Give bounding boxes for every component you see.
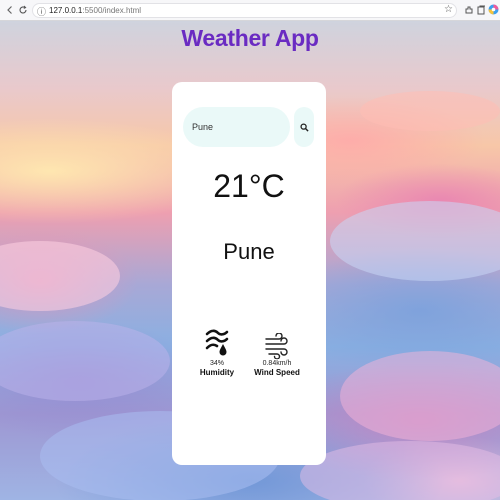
- cloud-decoration: [340, 351, 500, 441]
- favorites-icon[interactable]: ☆: [442, 3, 455, 16]
- url-host: 127.0.0.1: [49, 6, 83, 15]
- refresh-icon[interactable]: [16, 3, 30, 17]
- city-search-input[interactable]: [183, 107, 290, 147]
- wind-icon: [265, 333, 288, 359]
- wind-speed-label: Wind Speed: [254, 368, 300, 377]
- humidity-label: Humidity: [199, 368, 235, 377]
- wind-speed-value: 0.84km/h: [262, 360, 292, 367]
- app-title: Weather App: [181, 25, 319, 51]
- address-bar[interactable]: ⓘ 127.0.0.1:5500/index.html: [32, 3, 457, 18]
- info-icon[interactable]: ⓘ: [37, 5, 46, 18]
- url-text: 127.0.0.1:5500/index.html: [49, 6, 141, 15]
- url-path: :5500/index.html: [82, 6, 142, 15]
- temperature: 21°C: [213, 168, 285, 204]
- cloud-decoration: [300, 441, 500, 500]
- search-button[interactable]: [294, 107, 314, 147]
- cloud-decoration: [330, 201, 500, 281]
- wind-speed-stat: 0.84km/h Wind Speed: [247, 329, 307, 377]
- humidity-icon: [205, 329, 229, 356]
- cloud-decoration: [0, 321, 170, 401]
- city-name: Pune: [223, 239, 275, 264]
- weather-card: 21°C Pune 34% Humidity: [172, 82, 326, 465]
- cloud-decoration: [360, 91, 500, 131]
- search-icon: [299, 122, 309, 132]
- humidity-value: 34%: [209, 360, 224, 367]
- page-background: Weather App 21°C Pune 34% Humidity: [0, 21, 500, 500]
- collections-icon[interactable]: [474, 3, 487, 16]
- humidity-stat: 34% Humidity: [187, 329, 247, 377]
- browser-toolbar: ⓘ 127.0.0.1:5500/index.html ☆: [0, 0, 500, 21]
- copilot-icon[interactable]: [487, 3, 500, 16]
- back-icon[interactable]: [3, 3, 17, 17]
- cloud-decoration: [0, 241, 120, 311]
